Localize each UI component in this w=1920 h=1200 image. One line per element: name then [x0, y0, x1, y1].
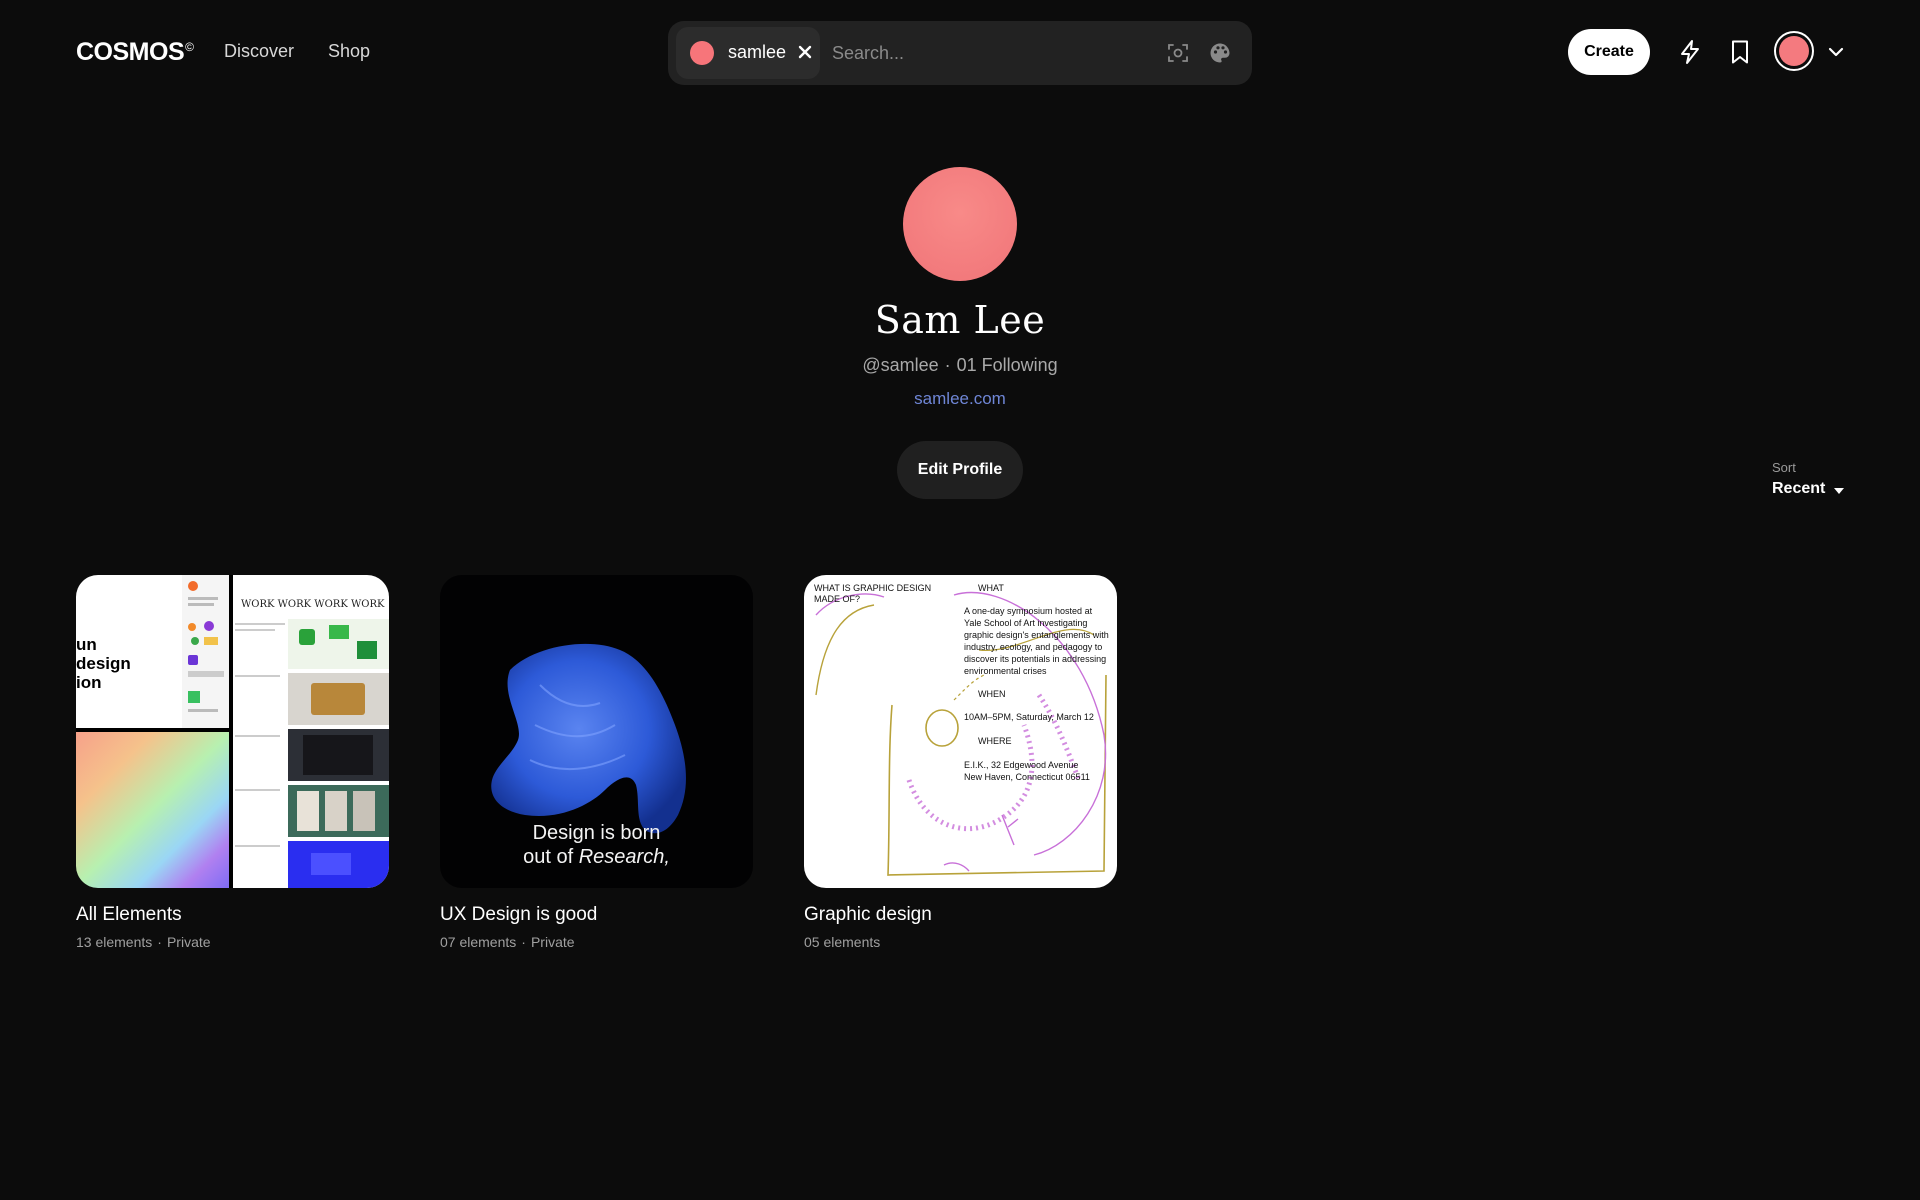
board-meta: 07 elements · Private [440, 934, 753, 950]
meta-separator: · [521, 934, 526, 950]
board-card-all-elements[interactable]: un design ion WORK WORK WORK WORK WORK [76, 575, 389, 950]
board-title[interactable]: All Elements [76, 904, 389, 926]
search-filter-chip[interactable]: samlee [676, 27, 820, 79]
following-link[interactable]: 01 Following [957, 355, 1058, 375]
mosaic-tile: un design ion [76, 575, 229, 728]
board-visibility: Private [530, 934, 575, 950]
nav-discover-link[interactable]: Discover [224, 41, 294, 62]
board-meta: 13 elements · Private [76, 934, 389, 950]
nav-shop-link[interactable]: Shop [328, 41, 370, 62]
board-count: 05 elements [804, 934, 881, 950]
close-icon[interactable] [794, 41, 816, 63]
profile-name: Sam Lee [874, 298, 1046, 342]
poster-heading: WHAT IS GRAPHIC DESIGN MADE OF? [814, 583, 932, 604]
sort-label: Sort [1772, 460, 1796, 475]
profile-meta: @samlee · 01 Following [0, 355, 1920, 376]
visual-search-icon[interactable] [1166, 41, 1190, 65]
meta-separator: · [157, 934, 162, 950]
palette-icon[interactable] [1208, 41, 1232, 65]
logo-mark: © [185, 40, 194, 54]
caret-down-icon[interactable] [1833, 487, 1845, 495]
board-thumbnail[interactable]: un design ion WORK WORK WORK WORK WORK [76, 575, 389, 888]
create-button[interactable]: Create [1568, 29, 1650, 75]
chip-label: samlee [728, 42, 787, 62]
bookmark-icon[interactable] [1726, 38, 1754, 66]
user-avatar [1779, 36, 1809, 66]
poster-when-text: 10AM–5PM, Saturday, March 12 [964, 712, 1094, 722]
user-avatar-button[interactable] [1774, 31, 1814, 71]
mosaic-text: ion [76, 673, 102, 692]
cosmos-logo[interactable]: COSMOS© [76, 38, 194, 67]
profile-avatar [903, 167, 1017, 281]
video-caption-line1: Design is born [532, 822, 661, 844]
board-count: 13 elements [76, 934, 153, 950]
board-visibility: Private [166, 934, 211, 950]
caption-emphasis: Research, [578, 846, 670, 868]
search-bar[interactable]: samlee [668, 21, 1252, 85]
video-caption-line2: out of Research, [440, 845, 753, 869]
board-card-graphic-design[interactable]: WHAT IS GRAPHIC DESIGN MADE OF? WHAT A o… [804, 575, 1117, 950]
lightning-icon[interactable] [1676, 38, 1704, 66]
profile-website-link[interactable]: samlee.com [0, 389, 1920, 409]
poster-where-label: WHERE [978, 736, 1012, 746]
mosaic-text: design [76, 654, 131, 673]
mosaic-banner: WORK WORK WORK WORK WORK [241, 599, 387, 610]
edit-profile-button[interactable]: Edit Profile [897, 441, 1023, 499]
logo-text: COSMOS [76, 38, 185, 66]
mosaic-text: un [76, 635, 97, 654]
poster-when-label: WHEN [978, 689, 1006, 699]
chevron-down-icon[interactable] [1824, 40, 1848, 64]
poster-where-line2: New Haven, Connecticut 06511 [964, 772, 1090, 782]
board-title[interactable]: UX Design is good [440, 904, 753, 926]
board-card-ux-design[interactable]: Design is born out of Research, UX Desig… [440, 575, 753, 950]
meta-separator: · [944, 355, 951, 375]
caption-prefix: out of [523, 846, 579, 868]
board-thumbnail[interactable]: WHAT IS GRAPHIC DESIGN MADE OF? WHAT A o… [804, 575, 1117, 888]
poster-what-text: A one-day symposium hosted at Yale Schoo… [964, 606, 1109, 676]
poster-where-line1: E.I.K., 32 Edgewood Avenue [964, 760, 1079, 770]
sort-dropdown[interactable]: Recent [1772, 480, 1825, 498]
board-thumbnail[interactable]: Design is born out of Research, [440, 575, 753, 888]
gradient-tile [76, 732, 229, 888]
profile-handle: @samlee [862, 355, 939, 375]
board-meta: 05 elements [804, 934, 1117, 950]
mosaic-tile: WORK WORK WORK WORK WORK [233, 575, 389, 888]
search-input[interactable] [832, 39, 1132, 67]
poster-what-label: WHAT [978, 583, 1004, 593]
chip-avatar [690, 41, 714, 65]
board-title[interactable]: Graphic design [804, 904, 1117, 926]
board-count: 07 elements [440, 934, 517, 950]
